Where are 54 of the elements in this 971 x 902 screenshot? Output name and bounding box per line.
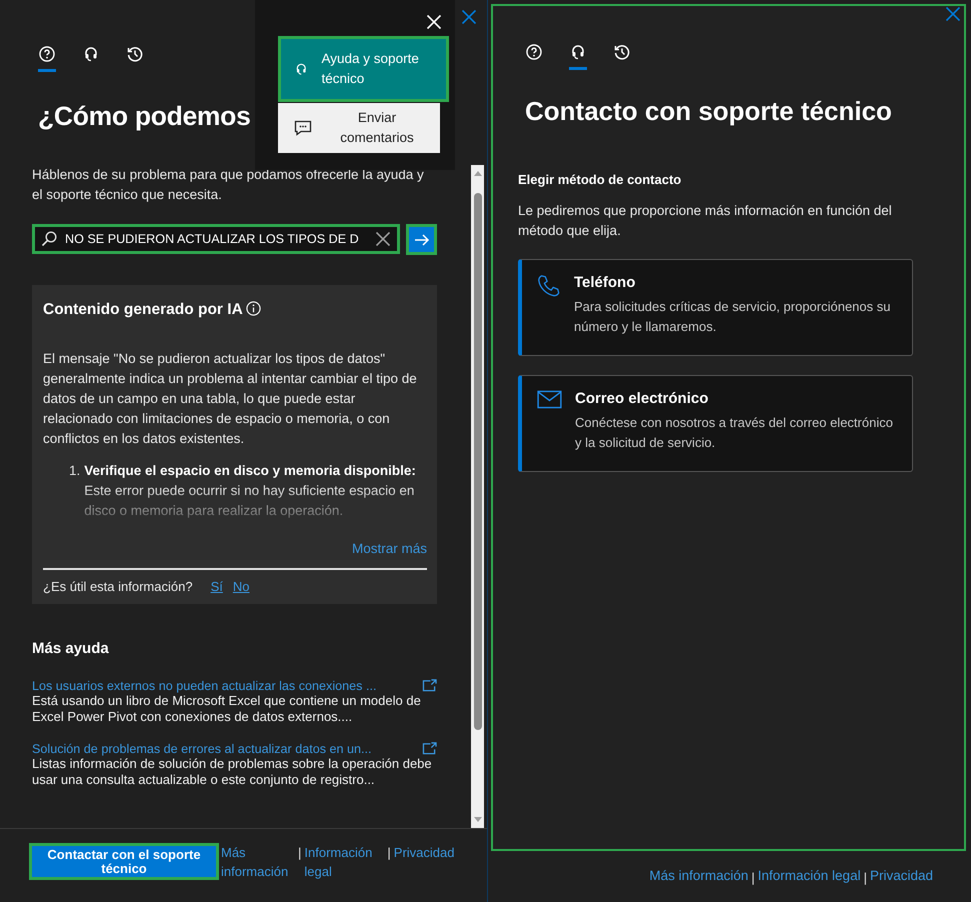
contact-method-card[interactable]: Correo electrónico Conéctese con nosotros a través del correo electrónico y la solicitud de servicio. <box>518 375 913 472</box>
separator: | <box>751 869 755 887</box>
footer-link[interactable]: Privacidad <box>394 843 454 862</box>
comment-icon <box>294 120 312 136</box>
article-summary: Listas información de solución de problemas sobre la operación debe usar una consulta actualizable o este conjunto de registro... <box>32 756 432 788</box>
help-icon <box>526 44 542 60</box>
no-link[interactable]: No <box>232 579 250 594</box>
history-icon <box>127 46 143 62</box>
description-text: Le pediremos que proporcione más información en función del método que elija. <box>518 202 893 240</box>
answer-text: El mensaje "No se pudieron actualizar los tipos de datos" generalmente indica un problema al intentar cambiar el tipo de datos de un campo en una tabla, lo que puede estar relacionado con limitaciones de espacio o memoria, o con conflictos en los datos existentes. <box>43 350 418 448</box>
external-link-icon <box>422 742 437 755</box>
menu-item[interactable]: Ayuda y soporte técnico <box>278 36 449 102</box>
footer-link[interactable]: Información legal <box>304 843 384 881</box>
submit-button[interactable] <box>406 224 437 255</box>
arrow-right-icon <box>414 232 430 248</box>
tab[interactable] <box>569 44 587 70</box>
headset-icon <box>295 61 308 77</box>
separator: | <box>387 844 391 862</box>
scrollbar[interactable] <box>471 165 484 828</box>
show-more-link[interactable]: Mostrar más <box>352 541 427 556</box>
contact-support-button[interactable]: Contactar con el soporte técnico <box>29 843 219 880</box>
step-text: Verifique el espacio en disco y memoria disponible: Este error puede ocurrir si no hay suficiente espacio en disco o memoria para realizar la operación. <box>84 462 417 520</box>
section-heading: Más ayuda <box>32 640 110 657</box>
footer-link[interactable]: Privacidad <box>870 868 933 887</box>
headset-icon <box>570 44 586 60</box>
intro-text: Háblenos de su problema para que podamos ofrecerle la ayuda y el soporte técnico que necesita. <box>32 166 425 204</box>
help-icon <box>39 46 55 62</box>
page-title: ¿Cómo podemos <box>38 101 251 132</box>
card-title: Contenido generado por IA <box>43 301 243 319</box>
article-summary: Está usando un libro de Microsoft Excel que contiene un modelo de Excel Power Pivot con conexiones de datos externos.... <box>32 693 422 725</box>
search-icon <box>41 231 57 247</box>
feedback-question: ¿Es útil esta información? <box>43 579 193 594</box>
page-title: Contacto con soporte técnico <box>525 96 893 127</box>
separator: | <box>298 844 302 862</box>
close-icon[interactable] <box>375 231 391 247</box>
footer-link[interactable]: Más información <box>649 868 748 887</box>
article-link[interactable]: Los usuarios externos no pueden actualizar las conexiones ... <box>32 679 376 693</box>
separator: | <box>864 869 867 887</box>
external-link-icon <box>422 679 437 692</box>
info-icon[interactable] <box>246 301 261 316</box>
mail-icon <box>537 390 562 409</box>
search-field[interactable]: NO SE PUDIERON ACTUALIZAR LOS TIPOS DE D <box>32 224 400 254</box>
phone-icon <box>537 274 561 298</box>
footer-link[interactable]: Información legal <box>758 868 861 887</box>
step-number: 1. <box>69 462 80 480</box>
tab[interactable] <box>38 46 56 72</box>
section-heading: Elegir método de contacto <box>518 172 682 187</box>
history-icon <box>614 44 630 60</box>
headset-icon <box>83 46 99 62</box>
menu-item[interactable]: Enviar comentarios <box>278 103 440 153</box>
article-link[interactable]: Solución de problemas de errores al actualizar datos en un... <box>32 742 372 756</box>
footer-link[interactable]: Más información <box>221 843 295 881</box>
yes-link[interactable]: Sí <box>210 579 223 594</box>
contact-method-card[interactable]: Teléfono Para solicitudes críticas de servicio, proporciónenos su número y le llamaremos. <box>518 259 913 356</box>
